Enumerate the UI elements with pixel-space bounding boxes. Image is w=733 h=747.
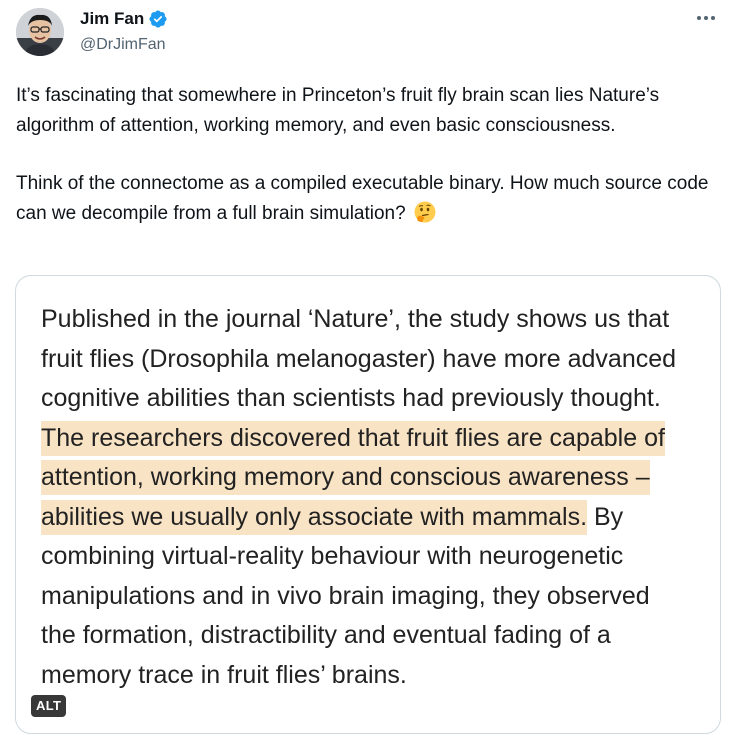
tweet: Jim Fan @DrJimFan It’s fascinating that … bbox=[0, 0, 733, 747]
tweet-text: It’s fascinating that somewhere in Princ… bbox=[16, 81, 716, 229]
avatar[interactable] bbox=[16, 8, 64, 56]
tweet-paragraph-2: Think of the connectome as a compiled ex… bbox=[16, 169, 716, 229]
verified-badge-icon bbox=[148, 9, 168, 29]
alt-text-button[interactable]: ALT bbox=[31, 695, 67, 717]
name-row: Jim Fan bbox=[80, 8, 168, 30]
media-text-highlighted: The researchers discovered that fruit fl… bbox=[41, 420, 665, 535]
tweet-paragraph-1: It’s fascinating that somewhere in Princ… bbox=[16, 85, 660, 136]
media-card[interactable]: Published in the journal ‘Nature’, the s… bbox=[15, 275, 721, 734]
media-image-text: Published in the journal ‘Nature’, the s… bbox=[41, 300, 691, 695]
more-dot bbox=[704, 16, 708, 20]
author-block: Jim Fan @DrJimFan bbox=[80, 8, 168, 56]
thinking-face-icon bbox=[413, 200, 437, 224]
more-horizontal-icon bbox=[697, 16, 701, 20]
tweet-paragraph-2-text: Think of the connectome as a compiled ex… bbox=[16, 173, 709, 224]
avatar-image bbox=[16, 8, 64, 56]
display-name[interactable]: Jim Fan bbox=[80, 8, 144, 30]
media-text-before: Published in the journal ‘Nature’, the s… bbox=[41, 305, 677, 412]
more-options-button[interactable] bbox=[691, 6, 721, 30]
more-dot bbox=[711, 16, 715, 20]
handle[interactable]: @DrJimFan bbox=[80, 34, 168, 56]
